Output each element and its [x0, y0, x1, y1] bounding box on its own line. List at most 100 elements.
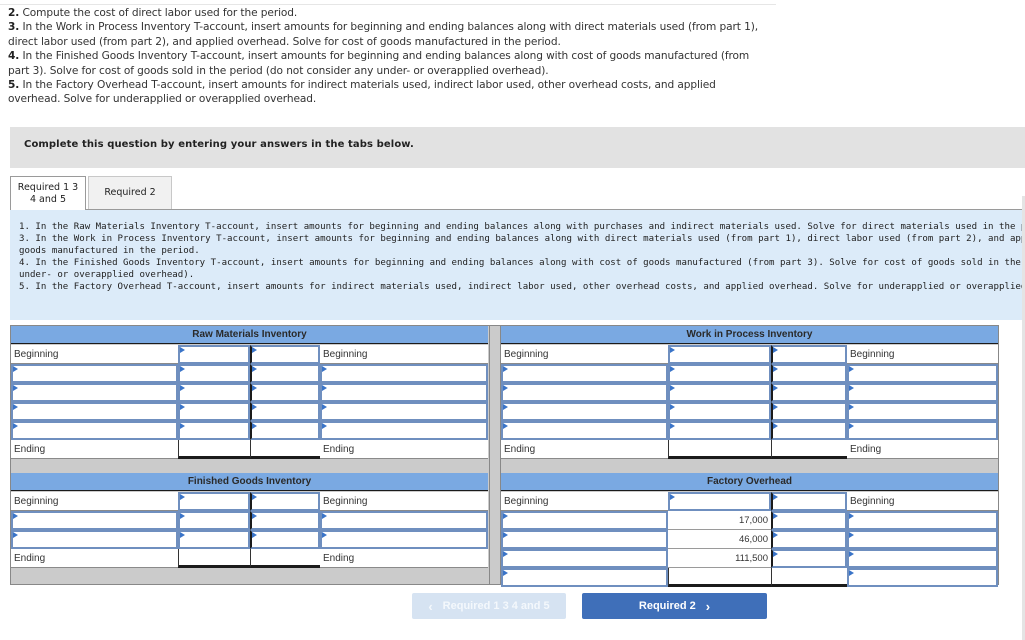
top-divider	[0, 4, 776, 5]
amount-input[interactable]	[771, 364, 847, 383]
account-name-input[interactable]	[501, 549, 668, 568]
beginning-label: Beginning	[11, 492, 178, 511]
amount-input[interactable]	[668, 345, 771, 364]
account-name-input[interactable]	[320, 402, 488, 421]
complete-question-banner: Complete this question by entering your …	[10, 127, 1025, 168]
amount-input[interactable]	[250, 530, 320, 549]
account-name-input[interactable]	[320, 530, 488, 549]
amount-input[interactable]	[771, 492, 847, 511]
amount-input[interactable]	[771, 549, 847, 568]
t-account-row: Ending Ending	[501, 440, 998, 459]
total-amount	[668, 440, 771, 459]
account-name-input[interactable]	[847, 402, 998, 421]
account-name-input[interactable]	[11, 402, 178, 421]
t-account-row: Beginning Beginning	[11, 345, 488, 364]
account-name-input[interactable]	[847, 383, 998, 402]
amount-input[interactable]	[250, 492, 320, 511]
t-account-row	[501, 402, 998, 421]
amount-input[interactable]	[250, 364, 320, 383]
amount-input[interactable]	[178, 383, 250, 402]
account-name-input[interactable]	[501, 511, 668, 530]
amount-input[interactable]	[668, 492, 771, 511]
account-name-input[interactable]	[501, 421, 668, 440]
amount-input[interactable]	[250, 421, 320, 440]
ending-label: Ending	[501, 440, 668, 459]
account-name-input[interactable]	[847, 364, 998, 383]
next-tab-button[interactable]: Required 2 ›	[582, 593, 767, 619]
account-name-input[interactable]	[320, 383, 488, 402]
amount-input[interactable]	[668, 364, 771, 383]
total-amount	[178, 440, 250, 459]
amount-input[interactable]	[178, 511, 250, 530]
beginning-label: Beginning	[11, 345, 178, 364]
amount-input[interactable]	[250, 402, 320, 421]
column-gutter	[489, 326, 501, 584]
account-name-input[interactable]	[847, 568, 998, 587]
t-account-row	[501, 383, 998, 402]
account-name-input[interactable]	[501, 530, 668, 549]
account-name-input[interactable]	[501, 383, 668, 402]
t-account-row	[11, 402, 488, 421]
account-name-input[interactable]	[11, 530, 178, 549]
amount-input[interactable]	[771, 402, 847, 421]
amount-input[interactable]	[250, 511, 320, 530]
total-amount	[250, 440, 320, 459]
instruction-2: 2. Compute the cost of direct labor used…	[8, 7, 298, 19]
account-name-input[interactable]	[11, 511, 178, 530]
beginning-label: Beginning	[320, 492, 488, 511]
ending-label: Ending	[11, 440, 178, 459]
account-name-input[interactable]	[847, 421, 998, 440]
chevron-right-icon: ›	[705, 598, 711, 614]
overhead-amount: 17,000	[668, 511, 771, 530]
t-account-row	[11, 530, 488, 549]
account-name-input[interactable]	[320, 364, 488, 383]
tab-required-1-3-4-5[interactable]: Required 1 3 4 and 5	[10, 176, 86, 210]
overhead-amount: 111,500	[668, 549, 771, 568]
total-amount	[771, 440, 847, 459]
amount-input[interactable]	[178, 364, 250, 383]
account-name-input[interactable]	[501, 568, 668, 587]
account-name-input[interactable]	[11, 383, 178, 402]
ending-label: Ending	[320, 440, 488, 459]
account-name-input[interactable]	[501, 402, 668, 421]
amount-input[interactable]	[771, 421, 847, 440]
amount-input[interactable]	[250, 383, 320, 402]
beginning-label: Beginning	[847, 492, 998, 511]
amount-input[interactable]	[178, 421, 250, 440]
beginning-label: Beginning	[501, 345, 668, 364]
account-name-input[interactable]	[847, 530, 998, 549]
amount-input[interactable]	[771, 511, 847, 530]
t-account-row	[11, 511, 488, 530]
total-amount	[178, 549, 250, 568]
amount-input[interactable]	[771, 383, 847, 402]
account-name-input[interactable]	[11, 364, 178, 383]
amount-input[interactable]	[178, 345, 250, 364]
tab-required-2[interactable]: Required 2	[88, 176, 172, 209]
amount-input[interactable]	[668, 421, 771, 440]
amount-input[interactable]	[668, 383, 771, 402]
amount-input[interactable]	[771, 530, 847, 549]
beginning-label: Beginning	[847, 345, 998, 364]
t-account-row: Beginning Beginning	[11, 492, 488, 511]
account-name-input[interactable]	[320, 511, 488, 530]
account-name-input[interactable]	[11, 421, 178, 440]
prev-tab-button[interactable]: ‹ Required 1 3 4 and 5	[412, 593, 566, 619]
amount-input[interactable]	[178, 402, 250, 421]
total-amount	[250, 549, 320, 568]
panel-instructions: 1. In the Raw Materials Inventory T-acco…	[19, 222, 1025, 292]
amount-input[interactable]	[771, 345, 847, 364]
t-account-row: Ending Ending	[11, 549, 488, 568]
account-name-input[interactable]	[847, 511, 998, 530]
account-name-input[interactable]	[320, 421, 488, 440]
amount-input[interactable]	[250, 345, 320, 364]
total-amount	[668, 568, 771, 587]
amount-input[interactable]	[178, 530, 250, 549]
account-name-input[interactable]	[501, 364, 668, 383]
amount-input[interactable]	[178, 492, 250, 511]
t-account-row	[11, 364, 488, 383]
amount-input[interactable]	[668, 402, 771, 421]
account-name-input[interactable]	[847, 549, 998, 568]
t-account-row: 46,000	[501, 530, 998, 549]
t-account-row	[11, 383, 488, 402]
t-account-row: 17,000	[501, 511, 998, 530]
